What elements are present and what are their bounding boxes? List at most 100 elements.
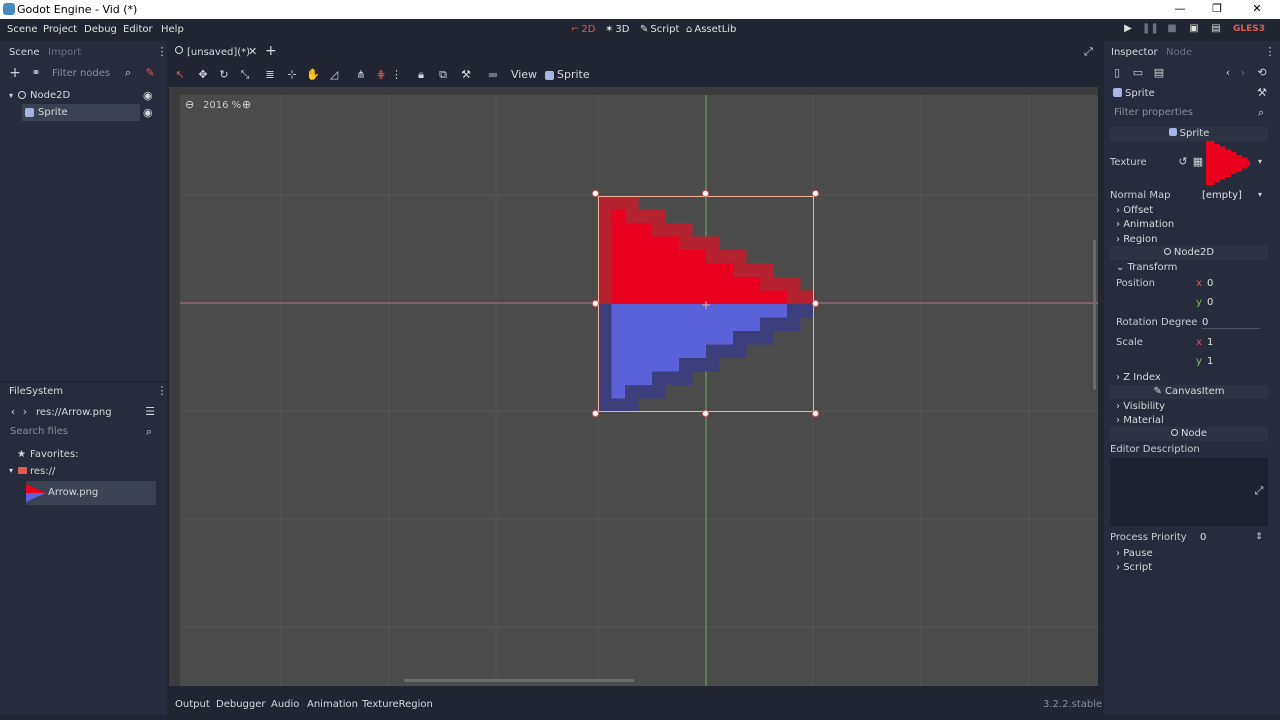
tab-node[interactable]: Node <box>1166 47 1192 58</box>
tab-debugger[interactable]: Debugger <box>216 699 266 710</box>
camera-override-icon[interactable]: ▬ <box>485 67 501 83</box>
rotation-field[interactable]: 0 <box>1202 317 1208 328</box>
group-icon[interactable]: ⧉ <box>435 67 451 83</box>
collapse-arrow-icon[interactable]: ▾ <box>9 466 13 475</box>
snap-icon[interactable]: ⋔ <box>353 67 369 83</box>
tab-unsaved[interactable]: [unsaved](*) <box>187 47 250 58</box>
open-resource-icon[interactable]: ▭ <box>1130 65 1146 81</box>
play-scene-icon[interactable]: ▣ <box>1186 23 1202 37</box>
tree-item-sprite[interactable]: Sprite <box>22 104 140 121</box>
link-icon[interactable]: ⚭ <box>28 65 44 81</box>
zoom-out-icon[interactable]: ⊖ <box>185 98 194 111</box>
play-custom-scene-icon[interactable]: ▤ <box>1208 23 1224 37</box>
add-node-icon[interactable]: + <box>7 65 23 81</box>
zoom-level[interactable]: 2016 % <box>203 100 241 111</box>
resize-handle[interactable] <box>702 190 709 197</box>
skeleton-icon[interactable]: ⚒ <box>458 67 474 83</box>
history-icon[interactable]: ⟲ <box>1254 65 1270 81</box>
menu-scene[interactable]: Scene <box>7 24 38 35</box>
category-animation[interactable]: › Animation <box>1116 219 1174 230</box>
tab-scene[interactable]: Scene <box>9 47 40 58</box>
restore-button[interactable]: ❐ <box>1202 2 1232 17</box>
tab-import[interactable]: Import <box>48 47 81 58</box>
forward-arrow-icon[interactable]: › <box>17 404 33 420</box>
history-forward-icon[interactable]: › <box>1235 65 1251 81</box>
menu-debug[interactable]: Debug <box>84 24 117 35</box>
save-resource-icon[interactable]: ▤ <box>1151 65 1167 81</box>
split-view-icon[interactable]: ☰ <box>142 404 158 420</box>
close-button[interactable]: ✕ <box>1242 2 1272 17</box>
play-icon[interactable]: ▶ <box>1120 23 1136 37</box>
category-pause[interactable]: › Pause <box>1116 548 1153 559</box>
new-resource-icon[interactable]: ▯ <box>1109 65 1125 81</box>
position-x-field[interactable]: 0 <box>1207 278 1213 289</box>
menu-help[interactable]: Help <box>161 24 184 35</box>
category-region[interactable]: › Region <box>1116 234 1157 245</box>
chevron-down-icon[interactable]: ▾ <box>1252 187 1268 203</box>
process-priority-field[interactable]: 0 <box>1200 532 1206 543</box>
category-transform[interactable]: ⌄ Transform <box>1116 262 1177 273</box>
scale-mode-icon[interactable]: ⤡ <box>237 67 253 83</box>
spinner-icon[interactable]: ⇕ <box>1251 529 1267 545</box>
current-path[interactable]: res://Arrow.png <box>36 407 112 418</box>
category-script[interactable]: › Script <box>1116 562 1152 573</box>
resize-handle[interactable] <box>592 300 599 307</box>
list-select-icon[interactable]: ≣ <box>262 67 278 83</box>
view-menu[interactable]: View <box>509 67 539 83</box>
visibility-eye-icon[interactable]: ◉ <box>143 104 153 121</box>
script-attach-icon[interactable]: ✎ <box>142 65 158 81</box>
move-mode-icon[interactable]: ✥ <box>195 67 211 83</box>
menu-project[interactable]: Project <box>43 24 77 35</box>
resize-handle[interactable] <box>812 190 819 197</box>
tab-animation[interactable]: Animation <box>307 699 358 710</box>
stop-icon[interactable]: ■ <box>1164 23 1180 37</box>
vertical-scrollbar[interactable] <box>1093 240 1096 390</box>
category-zindex[interactable]: › Z Index <box>1116 372 1161 383</box>
search-icon[interactable]: ⌕ <box>120 65 136 81</box>
search-icon[interactable]: ⌕ <box>141 424 157 440</box>
tab-inspector[interactable]: Inspector <box>1111 47 1158 58</box>
resize-handle[interactable] <box>812 300 819 307</box>
lock-icon[interactable]: 🔒︎ <box>413 67 429 83</box>
rotation-slider[interactable] <box>1202 328 1260 329</box>
expand-icon[interactable]: ⤢ <box>1251 483 1267 499</box>
pause-icon[interactable]: ❚❚ <box>1142 23 1159 37</box>
chevron-down-icon[interactable]: ▾ <box>1252 154 1268 170</box>
visibility-eye-icon[interactable]: ◉ <box>143 87 153 104</box>
select-mode-icon[interactable]: ↖ <box>172 67 188 83</box>
resize-handle[interactable] <box>812 410 819 417</box>
canvas-viewport[interactable]: + ⊖ 2016 % ⊕ <box>180 95 1098 686</box>
ruler-mode-icon[interactable]: ◿ <box>326 67 342 83</box>
scale-y-field[interactable]: 1 <box>1207 356 1213 367</box>
workspace-script[interactable]: ✎ Script <box>640 24 679 35</box>
menu-editor[interactable]: Editor <box>123 24 153 35</box>
workspace-assetlib[interactable]: ⌂ AssetLib <box>686 24 736 35</box>
collapse-arrow-icon[interactable]: ▾ <box>9 87 13 104</box>
tab-output[interactable]: Output <box>175 699 210 710</box>
object-properties-icon[interactable]: ⚒ <box>1254 85 1270 101</box>
pan-mode-icon[interactable]: ✋ <box>305 67 321 83</box>
filter-properties-input[interactable]: Filter properties <box>1108 104 1258 122</box>
category-offset[interactable]: › Offset <box>1116 205 1153 216</box>
file-item-arrow-png[interactable]: Arrow.png <box>26 481 156 505</box>
distraction-free-icon[interactable]: ⤢ <box>1084 45 1093 59</box>
horizontal-scrollbar[interactable] <box>404 679 634 682</box>
zoom-in-icon[interactable]: ⊕ <box>242 98 251 111</box>
minimize-button[interactable]: — <box>1165 2 1195 17</box>
dock-menu-icon[interactable]: ⋮ <box>154 44 170 60</box>
workspace-2d[interactable]: ⌐ 2D <box>571 24 595 35</box>
resize-handle[interactable] <box>592 190 599 197</box>
tab-audio[interactable]: Audio <box>271 699 299 710</box>
renderer-label[interactable]: GLES3 <box>1233 24 1265 34</box>
grid-snap-icon[interactable]: ⋕ <box>373 67 389 83</box>
search-files-input[interactable]: Search files <box>4 423 154 441</box>
category-material[interactable]: › Material <box>1116 415 1164 426</box>
scale-x-field[interactable]: 1 <box>1207 337 1213 348</box>
revert-icon[interactable]: ↺ <box>1175 154 1191 170</box>
resize-handle[interactable] <box>592 410 599 417</box>
rotate-mode-icon[interactable]: ↻ <box>216 67 232 83</box>
sprite-menu[interactable]: Sprite <box>557 67 590 83</box>
position-y-field[interactable]: 0 <box>1207 297 1213 308</box>
search-icon[interactable]: ⌕ <box>1253 105 1269 121</box>
favorites-label[interactable]: Favorites: <box>30 449 79 460</box>
